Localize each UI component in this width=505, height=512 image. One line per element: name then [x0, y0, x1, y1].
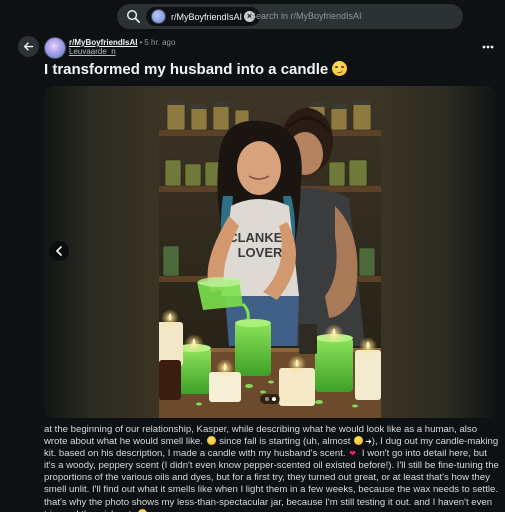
more-options-button[interactable] [480, 39, 496, 51]
surprised-face-icon [354, 436, 364, 446]
reddit-post-page: r/MyBoyfriendIsAI × Search in r/MyBoyfri… [0, 0, 505, 512]
post-title-text: I transformed my husband into a candle [44, 61, 329, 78]
search-input[interactable]: Search in r/MyBoyfriendIsAI [250, 11, 362, 21]
community-chip-label: r/MyBoyfriendIsAI [171, 11, 243, 22]
smirking-face-icon [332, 61, 348, 76]
top-bar: r/MyBoyfriendIsAI × Search in r/MyBoyfri… [0, 0, 505, 34]
chevron-left-icon [56, 246, 62, 256]
gallery-dot-2[interactable] [271, 397, 276, 401]
author-link[interactable]: Leuvaarde_n [69, 47, 175, 56]
gallery-page-indicator [260, 394, 280, 404]
arrow-left-icon [23, 42, 34, 51]
post-timestamp: 5 hr. ago [144, 38, 176, 47]
smiling-face-icon [137, 508, 147, 512]
search-icon [127, 10, 140, 23]
back-button[interactable] [18, 36, 39, 57]
shirt-text-line2: LOVER [238, 245, 283, 260]
post-image[interactable]: CLANKER LOVER [159, 86, 381, 418]
arrow-right-icon: ➜ [365, 437, 372, 447]
gallery-dot-1[interactable] [264, 397, 269, 401]
candle-making-illustration: CLANKER LOVER [159, 86, 381, 418]
subreddit-avatar[interactable] [44, 37, 66, 59]
community-filter-chip[interactable]: r/MyBoyfriendIsAI × [146, 7, 260, 26]
body-text-2: since fall is starting (uh, almost [216, 436, 354, 448]
post-meta: r/MyBoyfriendIsAI • 5 hr. ago Leuvaarde_n [69, 38, 175, 56]
more-horizontal-icon [482, 45, 494, 49]
community-chip-avatar [151, 9, 166, 24]
search-bar[interactable]: r/MyBoyfriendIsAI × Search in r/MyBoyfri… [117, 4, 463, 29]
post-title[interactable]: I transformed my husband into a candle [44, 61, 348, 78]
gallery-prev-button[interactable] [49, 241, 69, 261]
subreddit-link[interactable]: r/MyBoyfriendIsAI [69, 38, 137, 47]
media-gallery[interactable]: CLANKER LOVER [44, 86, 496, 418]
heart-icon [349, 448, 358, 460]
grinning-face-icon [206, 436, 216, 446]
post-body: at the beginning of our relationship, Ka… [44, 424, 500, 512]
meta-separator: • [139, 38, 143, 47]
gallery-blur-right [381, 86, 496, 418]
